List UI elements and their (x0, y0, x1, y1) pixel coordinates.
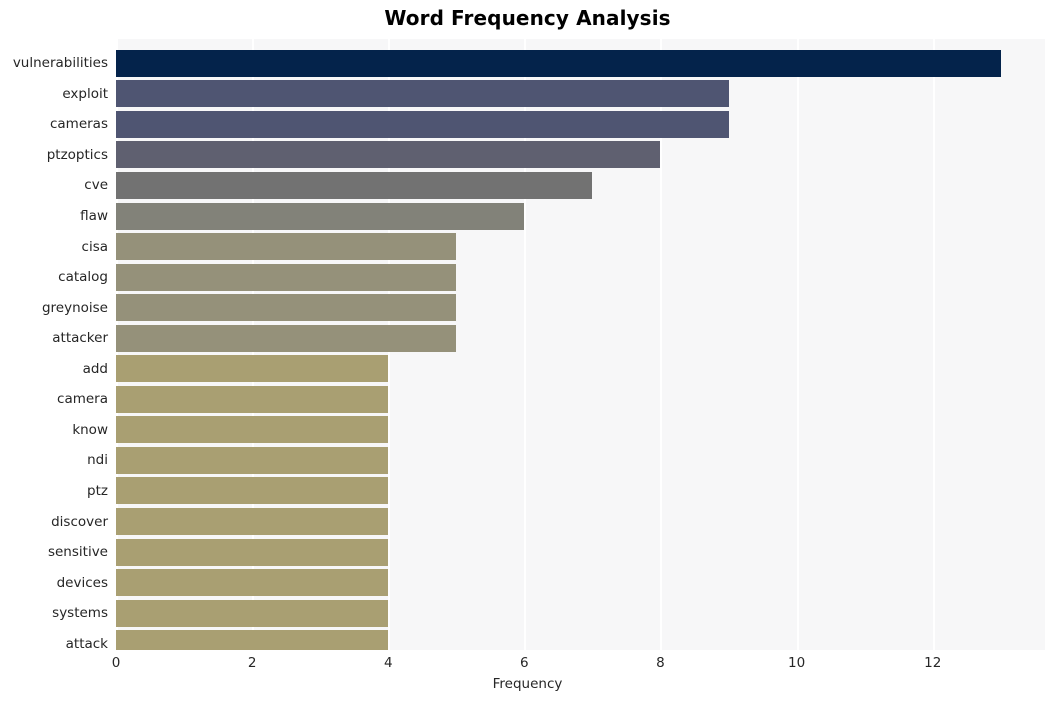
bar (116, 416, 389, 444)
x-axis-tick-label: 6 (520, 655, 529, 671)
y-axis-tick-label: know (72, 421, 108, 438)
bar (116, 110, 729, 138)
y-axis-tick-label: exploit (62, 85, 108, 102)
x-axis-tick-label: 4 (383, 655, 393, 671)
x-axis-tick-label: 10 (787, 655, 806, 671)
gridline-x-12 (932, 39, 935, 650)
y-axis-tick-label: ndi (87, 452, 108, 469)
y-axis-tick-label: ptzoptics (46, 146, 108, 163)
bar (116, 80, 729, 108)
x-axis: 0 2 4 6 8 10 12 Frequency (0, 650, 1055, 701)
y-axis-tick-label: cisa (81, 238, 108, 255)
x-axis-title: Frequency (492, 676, 563, 692)
gridline-x-10 (796, 39, 799, 650)
bar (116, 171, 593, 199)
x-axis-tick-label: 12 (924, 655, 942, 671)
y-axis-tick-label: flaw (80, 208, 108, 225)
bar (116, 508, 389, 536)
bar (116, 630, 389, 650)
bar (116, 202, 525, 230)
bar (116, 355, 389, 383)
bar (116, 385, 389, 413)
y-axis-tick-label: cve (84, 177, 108, 194)
bar (116, 263, 457, 291)
y-axis-tick-labels: vulnerabilities exploit cameras ptzoptics cv… (0, 39, 108, 650)
bar (116, 294, 457, 322)
chart-title: Word Frequency Analysis (384, 6, 671, 30)
x-axis-tick-label: 2 (247, 655, 257, 671)
y-axis-tick-label: vulnerabilities (12, 55, 108, 72)
word-frequency-chart: Word Frequency Analysis vulnerabilities e… (0, 0, 1055, 701)
bar (116, 599, 389, 627)
y-axis-tick-label: camera (57, 391, 108, 408)
y-axis-tick-label: attack (65, 635, 108, 652)
y-axis-tick-label: add (82, 360, 108, 377)
bar (116, 324, 457, 352)
bar (116, 446, 389, 474)
y-axis-tick-label: systems (52, 605, 108, 622)
bar (116, 49, 1001, 77)
bar (116, 141, 661, 169)
y-axis-tick-label: cameras (49, 116, 108, 133)
y-axis-tick-label: greynoise (41, 299, 108, 316)
bar (116, 233, 457, 261)
y-axis-tick-label: sensitive (47, 544, 108, 561)
y-axis-tick-label: discover (51, 513, 108, 530)
plot-area (116, 39, 1045, 650)
y-axis-tick-label: attacker (52, 330, 108, 347)
x-axis-tick-label: 8 (656, 655, 665, 671)
bar (116, 538, 389, 566)
y-axis-tick-label: catalog (58, 269, 108, 286)
bar (116, 477, 389, 505)
bar (116, 569, 389, 597)
y-axis-tick-label: devices (56, 574, 108, 591)
y-axis-tick-label: ptz (87, 482, 108, 499)
x-axis-tick-label: 0 (111, 655, 121, 671)
